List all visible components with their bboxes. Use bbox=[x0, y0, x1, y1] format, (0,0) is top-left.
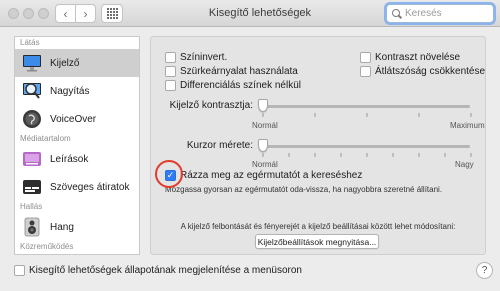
option-label: Kontraszt növelése bbox=[375, 52, 461, 63]
annotation-circle bbox=[155, 160, 183, 188]
increase-contrast-option[interactable]: Kontraszt növelése bbox=[360, 52, 460, 63]
option-label: Rázza meg az egérmutatót a kereséshez bbox=[180, 170, 363, 181]
grid-icon bbox=[106, 8, 118, 19]
show-all-button[interactable] bbox=[101, 4, 123, 23]
display-contrast-track[interactable] bbox=[262, 105, 470, 108]
cursor-size-ticks bbox=[262, 153, 472, 157]
chevron-left-icon: ‹ bbox=[63, 6, 68, 21]
contrast-min-label: Normál bbox=[252, 121, 278, 130]
display-settings-note: A kijelző felbontását és fényerejét a ki… bbox=[180, 222, 456, 231]
magnifier-icon bbox=[23, 83, 41, 99]
cursor-max-label: Nagy bbox=[455, 160, 474, 169]
sidebar-item-label: Kijelző bbox=[50, 57, 80, 69]
zoom-window-button[interactable] bbox=[38, 8, 49, 19]
grayscale-option[interactable]: Szürkeárnyalat használata bbox=[165, 66, 298, 77]
increase-contrast-checkbox[interactable] bbox=[360, 52, 371, 63]
option-label: Differenciálás színek nélkül bbox=[180, 80, 301, 91]
differentiate-option[interactable]: Differenciálás színek nélkül bbox=[165, 80, 301, 91]
open-display-settings-button[interactable]: Kijelzőbeállítások megnyitása... bbox=[255, 234, 379, 249]
sidebar-item-szoveges-atiratok[interactable]: Szöveges átiratok bbox=[15, 173, 139, 201]
sidebar-item-hang[interactable]: Hang bbox=[15, 213, 139, 241]
section-header-hallas: Hallás bbox=[20, 202, 43, 211]
minimize-window-button[interactable] bbox=[23, 8, 34, 19]
sidebar-item-label: Hang bbox=[50, 221, 74, 233]
help-button[interactable]: ? bbox=[476, 262, 493, 279]
shake-description: Mozgassa gyorsan az egérmutatót oda-viss… bbox=[165, 185, 443, 194]
forward-button[interactable]: › bbox=[75, 4, 96, 23]
sidebar-item-kijelzo[interactable]: Kijelző bbox=[15, 49, 139, 77]
voiceover-icon bbox=[23, 110, 41, 128]
cursor-min-label: Normál bbox=[252, 160, 278, 169]
category-sidebar[interactable]: Látás Kijelző Nagyítás VoiceOver Médiata… bbox=[14, 36, 140, 255]
invert-colors-checkbox[interactable] bbox=[165, 52, 176, 63]
sidebar-item-label: Szöveges átiratok bbox=[50, 181, 130, 193]
display-contrast-slider-thumb[interactable] bbox=[258, 99, 268, 112]
captions-icon bbox=[23, 180, 41, 194]
section-header-latas: Látás bbox=[20, 38, 40, 47]
section-header-kozremukodes: Közreműködés bbox=[20, 242, 74, 251]
close-window-button[interactable] bbox=[8, 8, 19, 19]
option-label: Kisegítő lehetőségek állapotának megjele… bbox=[29, 265, 302, 276]
differentiate-checkbox[interactable] bbox=[165, 80, 176, 91]
invert-colors-option[interactable]: Színinvert. bbox=[165, 52, 227, 63]
cursor-size-track[interactable] bbox=[262, 145, 470, 148]
contrast-max-label: Maximum bbox=[450, 121, 485, 130]
display-contrast-label: Kijelző kontrasztja: bbox=[169, 100, 253, 111]
sidebar-item-label: VoiceOver bbox=[50, 113, 97, 125]
search-input[interactable] bbox=[405, 8, 493, 19]
section-header-mediatartalom: Médiatartalom bbox=[20, 134, 71, 143]
sidebar-item-voiceover[interactable]: VoiceOver bbox=[15, 105, 139, 133]
search-icon bbox=[392, 8, 401, 19]
preferences-window: ‹ › Kisegítő lehetőségek Látás Kijelző bbox=[0, 0, 500, 291]
back-button[interactable]: ‹ bbox=[55, 4, 76, 23]
sidebar-item-label: Nagyítás bbox=[50, 85, 90, 97]
sidebar-item-leirasok[interactable]: Leírások bbox=[15, 145, 139, 173]
display-icon bbox=[23, 55, 41, 72]
reduce-transparency-option[interactable]: Átlátszóság csökkentése bbox=[360, 66, 485, 77]
descriptions-icon bbox=[23, 152, 41, 166]
search-field[interactable] bbox=[386, 4, 494, 23]
sidebar-item-nagyitas[interactable]: Nagyítás bbox=[15, 77, 139, 105]
option-label: Szürkeárnyalat használata bbox=[180, 66, 298, 77]
reduce-transparency-checkbox[interactable] bbox=[360, 66, 371, 77]
cursor-size-slider-thumb[interactable] bbox=[258, 139, 268, 152]
option-label: Színinvert. bbox=[180, 52, 228, 63]
cursor-size-label: Kurzor mérete: bbox=[186, 140, 253, 151]
grayscale-checkbox[interactable] bbox=[165, 66, 176, 77]
sidebar-item-label: Leírások bbox=[50, 153, 89, 165]
chevron-right-icon: › bbox=[83, 6, 88, 21]
show-in-menu-bar-checkbox[interactable] bbox=[14, 265, 25, 276]
option-label: Átlátszóság csökkentése bbox=[375, 66, 486, 77]
title-bar: ‹ › Kisegítő lehetőségek bbox=[0, 0, 500, 27]
window-title: Kisegítő lehetőségek bbox=[208, 7, 312, 19]
shake-to-locate-option[interactable]: ✓ Rázza meg az egérmutatót a kereséshez bbox=[165, 170, 362, 181]
speaker-icon bbox=[24, 217, 40, 237]
display-contrast-ticks bbox=[262, 113, 472, 117]
show-in-menu-bar-option[interactable]: Kisegítő lehetőségek állapotának megjele… bbox=[14, 265, 302, 276]
